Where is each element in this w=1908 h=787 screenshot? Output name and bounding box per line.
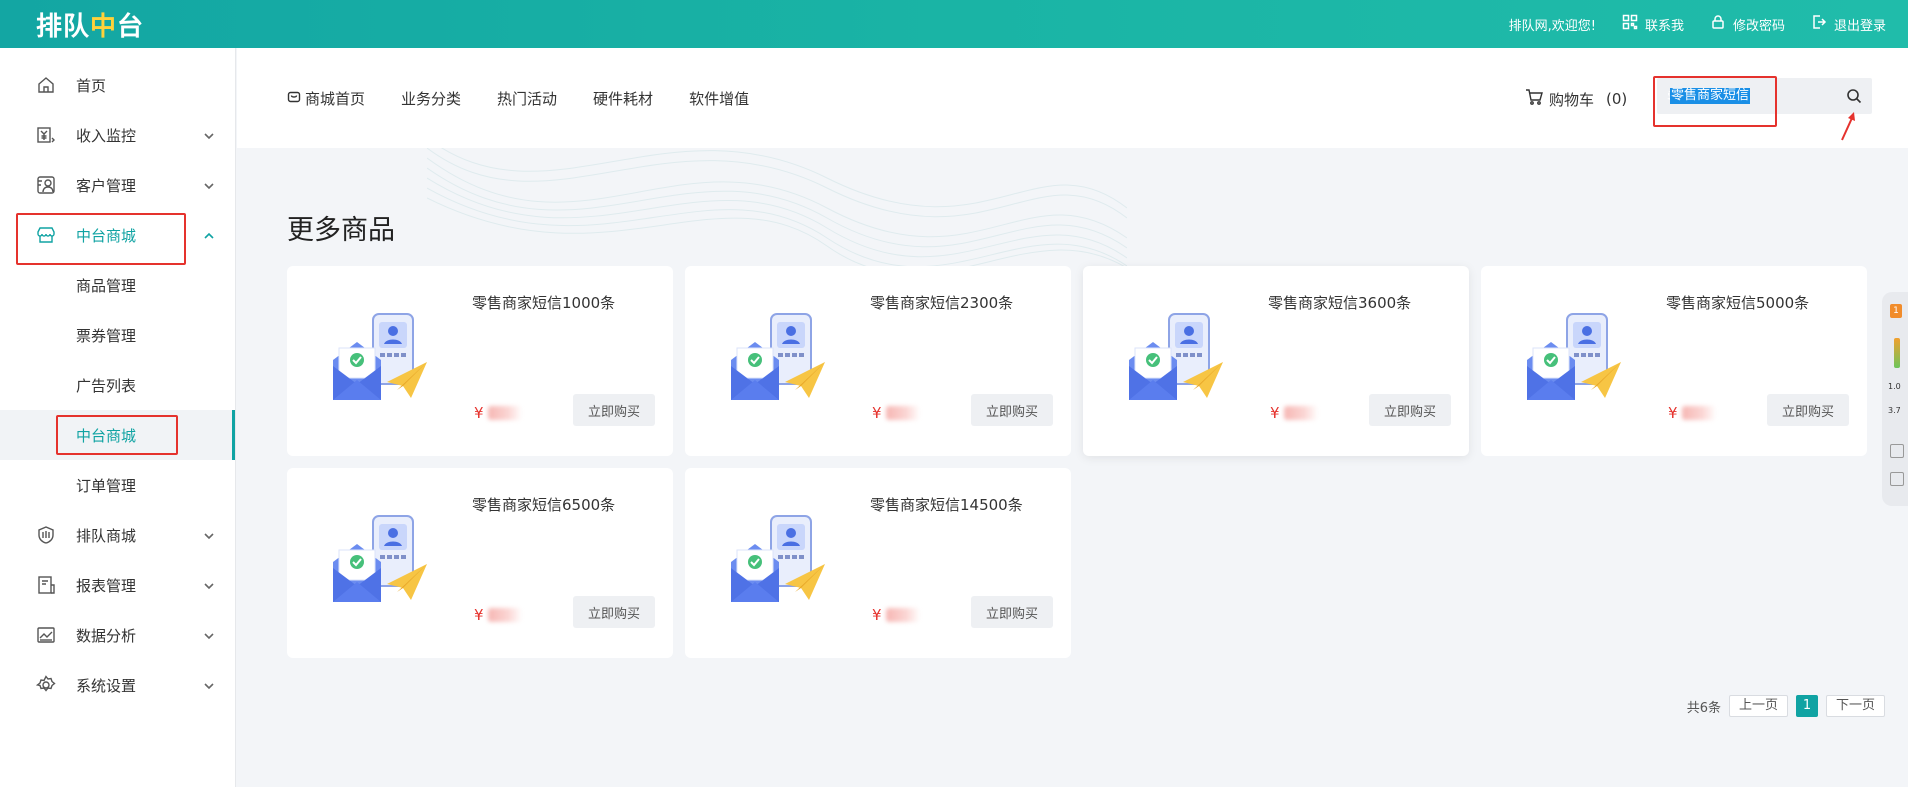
customer-icon bbox=[36, 175, 56, 195]
shield-icon bbox=[36, 525, 56, 545]
sidebar-subitem-mid-store[interactable]: 中台商城 bbox=[0, 410, 235, 460]
product-card[interactable]: 零售商家短信3600条 ¥ 立即购买 bbox=[1083, 266, 1469, 456]
product-price: ¥ bbox=[1668, 404, 1716, 422]
logout-button[interactable]: 退出登录 bbox=[1811, 14, 1886, 34]
chevron-up-icon bbox=[203, 228, 215, 240]
lock-icon bbox=[1710, 14, 1726, 34]
products-area: 更多商品 零售商家短信1000条 ¥ 立即购买 零售商家短信2300条 ¥ 立即… bbox=[237, 148, 1908, 787]
product-card[interactable]: 零售商家短信1000条 ¥ 立即购买 bbox=[287, 266, 673, 456]
sms-product-icon bbox=[1127, 310, 1227, 410]
sidebar-item-queue-store[interactable]: 排队商城 bbox=[0, 510, 235, 560]
welcome-text: 排队网,欢迎您! bbox=[1508, 18, 1596, 34]
prev-page-button[interactable]: 上一页 bbox=[1728, 695, 1788, 717]
product-card[interactable]: 零售商家短信14500条 ¥ 立即购买 bbox=[685, 468, 1071, 658]
section-title: 更多商品 bbox=[287, 215, 395, 246]
main-area: 商城首页 业务分类 热门活动 硬件耗材 软件增值 购物车 (0) 零售商家短信 bbox=[237, 48, 1908, 787]
product-price: ¥ bbox=[872, 606, 920, 624]
product-price: ¥ bbox=[1270, 404, 1318, 422]
chevron-down-icon bbox=[203, 128, 215, 140]
sms-product-icon bbox=[1525, 310, 1625, 410]
chevron-down-icon bbox=[203, 678, 215, 690]
nav-category[interactable]: 业务分类 bbox=[401, 88, 461, 109]
sidebar-item-reports[interactable]: 报表管理 bbox=[0, 560, 235, 610]
sms-product-icon bbox=[729, 512, 829, 612]
page-number-current[interactable]: 1 bbox=[1795, 695, 1818, 717]
next-page-button[interactable]: 下一页 bbox=[1825, 695, 1885, 717]
sidebar-item-customer[interactable]: 客户管理 bbox=[0, 160, 235, 210]
image-icon[interactable] bbox=[1890, 444, 1904, 458]
sms-product-icon bbox=[729, 310, 829, 410]
income-icon bbox=[36, 125, 56, 145]
product-price: ¥ bbox=[474, 404, 522, 422]
logout-icon bbox=[1811, 14, 1827, 34]
store-nav: 商城首页 业务分类 热门活动 硬件耗材 软件增值 购物车 (0) 零售商家短信 bbox=[237, 48, 1908, 148]
sidebar-subitem-products[interactable]: 商品管理 bbox=[0, 260, 235, 310]
buy-now-button[interactable]: 立即购买 bbox=[971, 596, 1053, 628]
chart-icon bbox=[36, 625, 56, 645]
sidebar-item-settings[interactable]: 系统设置 bbox=[0, 660, 235, 710]
buy-now-button[interactable]: 立即购买 bbox=[573, 394, 655, 426]
top-actions: 排队网,欢迎您! 联系我 修改密码 退出登录 bbox=[1509, 14, 1886, 34]
badge: 1 bbox=[1890, 304, 1902, 318]
cart-icon bbox=[1525, 88, 1543, 110]
home-icon bbox=[36, 75, 56, 95]
chevron-down-icon bbox=[203, 178, 215, 190]
product-card[interactable]: 零售商家短信2300条 ¥ 立即购买 bbox=[685, 266, 1071, 456]
search-icon[interactable] bbox=[1846, 88, 1862, 104]
sms-product-icon bbox=[331, 512, 431, 612]
buy-now-button[interactable]: 立即购买 bbox=[573, 596, 655, 628]
shop-bag-icon bbox=[287, 89, 301, 107]
sidebar-item-home[interactable]: 首页 bbox=[0, 60, 235, 110]
report-icon bbox=[36, 575, 56, 595]
sidebar-subitem-orders[interactable]: 订单管理 bbox=[0, 460, 235, 510]
contact-button[interactable]: 联系我 bbox=[1622, 14, 1684, 34]
speed-widget[interactable]: 1 1.0 3.7 bbox=[1882, 292, 1908, 506]
nav-store-home[interactable]: 商城首页 bbox=[287, 88, 365, 109]
search-box: 零售商家短信 bbox=[1657, 78, 1872, 114]
sidebar-subitem-tickets[interactable]: 票券管理 bbox=[0, 310, 235, 360]
nav-hardware[interactable]: 硬件耗材 bbox=[593, 88, 653, 109]
product-price: ¥ bbox=[872, 404, 920, 422]
product-card[interactable]: 零售商家短信6500条 ¥ 立即购买 bbox=[287, 468, 673, 658]
buy-now-button[interactable]: 立即购买 bbox=[1369, 394, 1451, 426]
sms-product-icon bbox=[331, 310, 431, 410]
search-selected-text: 零售商家短信 bbox=[1670, 88, 1751, 104]
search-icon[interactable] bbox=[1890, 472, 1904, 486]
chevron-down-icon bbox=[203, 628, 215, 640]
sidebar-subitem-ads[interactable]: 广告列表 bbox=[0, 360, 235, 410]
nav-software[interactable]: 软件增值 bbox=[689, 88, 749, 109]
annotation-arrow bbox=[1841, 112, 1855, 141]
sidebar: 首页 收入监控 客户管理 中台商城 商品管理 票券管理 广告列表 中台商城 订单… bbox=[0, 48, 236, 787]
gear-icon bbox=[36, 675, 56, 695]
nav-hot-activities[interactable]: 热门活动 bbox=[497, 88, 557, 109]
total-count: 共6条 bbox=[1686, 700, 1721, 716]
chevron-down-icon bbox=[203, 528, 215, 540]
top-bar: 排队中台 排队网,欢迎您! 联系我 修改密码 退出登录 bbox=[0, 0, 1908, 48]
meter-icon bbox=[1894, 338, 1900, 368]
product-card[interactable]: 零售商家短信5000条 ¥ 立即购买 bbox=[1481, 266, 1867, 456]
cart-count: (0) bbox=[1606, 90, 1628, 108]
app-logo: 排队中台 bbox=[36, 11, 145, 42]
chevron-down-icon bbox=[203, 578, 215, 590]
sidebar-item-income[interactable]: 收入监控 bbox=[0, 110, 235, 160]
product-price: ¥ bbox=[474, 606, 522, 624]
buy-now-button[interactable]: 立即购买 bbox=[971, 394, 1053, 426]
decorative-wave bbox=[427, 148, 1127, 268]
pagination: 共6条 上一页 1 下一页 bbox=[1687, 695, 1885, 717]
buy-now-button[interactable]: 立即购买 bbox=[1767, 394, 1849, 426]
qrcode-icon bbox=[1622, 14, 1638, 34]
sidebar-item-mid-store[interactable]: 中台商城 bbox=[0, 210, 235, 260]
store-icon bbox=[36, 225, 56, 245]
sidebar-item-analytics[interactable]: 数据分析 bbox=[0, 610, 235, 660]
cart-button[interactable]: 购物车 (0) bbox=[1525, 88, 1627, 110]
change-password-button[interactable]: 修改密码 bbox=[1710, 14, 1785, 34]
